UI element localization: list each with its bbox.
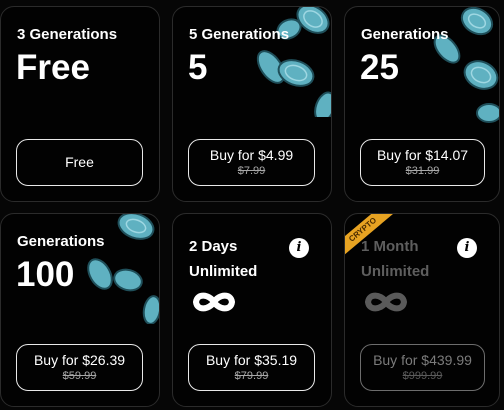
- plan-card-2-days-unlimited: 2 Days Unlimited i Buy for $35.19 $79.99: [172, 213, 332, 407]
- old-price: $999.99: [402, 370, 443, 382]
- infinity-icon: [193, 292, 235, 312]
- button-label: Buy for $35.19: [205, 352, 298, 368]
- button-label: Buy for $439.99: [373, 352, 472, 368]
- old-price: $59.99: [62, 370, 97, 382]
- plan-title: 3 Generations: [17, 26, 118, 43]
- plan-amount: 25: [360, 48, 399, 87]
- plan-card-25-generations: Generations 25 Buy for $14.07 $31.99: [344, 6, 500, 202]
- old-price: $31.99: [405, 165, 440, 177]
- free-button[interactable]: Free: [16, 139, 143, 186]
- plan-card-5-generations: 5 Generations 5 Buy for $4.99 $7.99: [172, 6, 332, 202]
- info-icon[interactable]: i: [289, 238, 309, 258]
- button-label: Free: [65, 154, 94, 170]
- teal-disc-icons: [256, 7, 331, 117]
- plan-amount: 100: [16, 255, 75, 294]
- plan-title-line1: 2 Days: [189, 238, 238, 255]
- buy-button-25-generations[interactable]: Buy for $14.07 $31.99: [360, 139, 485, 186]
- plan-title: Generations: [17, 233, 105, 250]
- plan-title: 2 Days Unlimited: [189, 234, 289, 284]
- buy-button-5-generations[interactable]: Buy for $4.99 $7.99: [188, 139, 315, 186]
- button-label: Buy for $26.39: [33, 352, 126, 368]
- buy-button-100-generations[interactable]: Buy for $26.39 $59.99: [16, 344, 143, 391]
- plan-title: 5 Generations: [189, 26, 290, 43]
- teal-disc-icons: [87, 214, 159, 324]
- plan-title-line1: 1 Month: [361, 238, 419, 255]
- plan-amount: 5: [188, 48, 208, 87]
- plan-title-line2: Unlimited: [361, 263, 430, 280]
- old-price: $7.99: [237, 165, 266, 177]
- info-icon[interactable]: i: [457, 238, 477, 258]
- button-label: Buy for $14.07: [376, 147, 469, 163]
- plan-title: 1 Month Unlimited: [361, 234, 461, 284]
- plan-title-line2: Unlimited: [189, 263, 258, 280]
- buy-button-2-days-unlimited[interactable]: Buy for $35.19 $79.99: [188, 344, 315, 391]
- plan-card-3-generations: 3 Generations Free Free: [0, 6, 160, 202]
- plan-card-1-month-unlimited: CRYPTO 1 Month Unlimited i Buy for $439.…: [344, 213, 500, 407]
- buy-button-1-month-unlimited[interactable]: Buy for $439.99 $999.99: [360, 344, 485, 391]
- plan-amount: Free: [16, 48, 90, 87]
- button-label: Buy for $4.99: [209, 147, 294, 163]
- teal-disc-icons: [433, 7, 499, 123]
- plan-title: Generations: [361, 26, 449, 43]
- plan-card-100-generations: Generations 100 Buy for $26.39 $59.99: [0, 213, 160, 407]
- infinity-icon: [365, 292, 407, 312]
- old-price: $79.99: [234, 370, 269, 382]
